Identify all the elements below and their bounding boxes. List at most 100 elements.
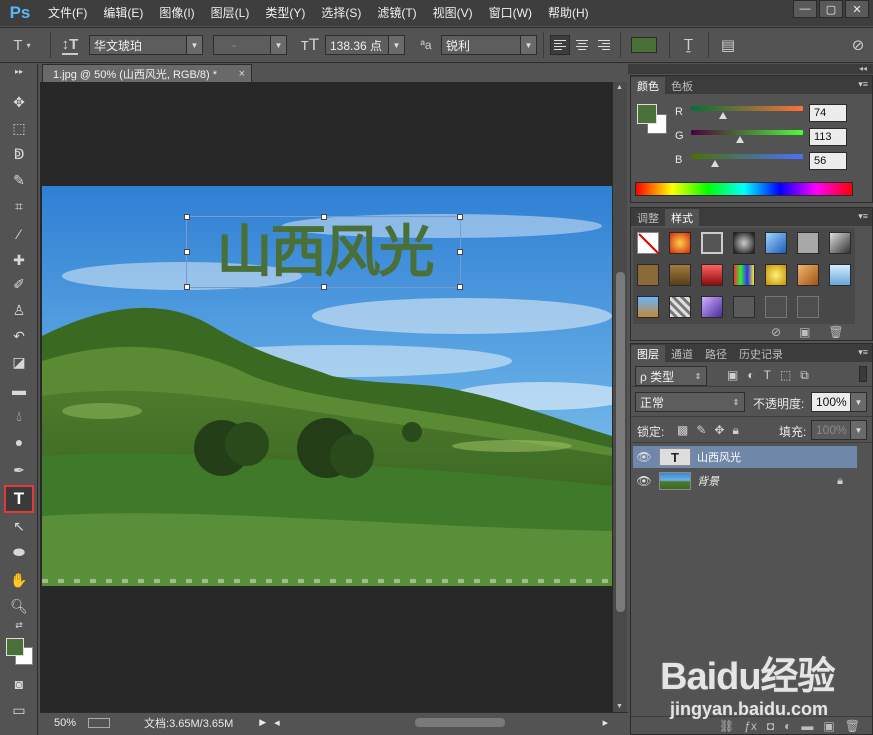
eyedropper-tool-icon[interactable]: ⁄	[5, 222, 33, 246]
tab-layers[interactable]: 图层	[631, 345, 665, 362]
swap-colors-icon[interactable]: ⇄	[5, 618, 33, 632]
lasso-tool-icon[interactable]: ↁ	[5, 142, 33, 166]
type-tool-preset-icon[interactable]: T ▾	[0, 32, 44, 58]
menu-window[interactable]: 窗口(W)	[481, 0, 540, 26]
red-slider-thumb[interactable]	[719, 112, 727, 119]
menu-view[interactable]: 视图(V)	[425, 0, 481, 26]
foreground-color-swatch[interactable]	[637, 104, 657, 124]
fill-input[interactable]: 100% ▼	[811, 420, 867, 440]
red-value-input[interactable]: 74	[809, 104, 847, 122]
style-swatch[interactable]	[733, 264, 755, 286]
scroll-left-icon[interactable]: ◀	[274, 719, 279, 727]
menu-help[interactable]: 帮助(H)	[540, 0, 597, 26]
scroll-right-icon[interactable]: ▶	[603, 719, 608, 727]
green-slider-thumb[interactable]	[736, 136, 744, 143]
tab-paths[interactable]: 路径	[699, 345, 733, 362]
green-slider[interactable]	[691, 130, 803, 135]
blue-value-input[interactable]: 56	[809, 152, 847, 170]
document-tab[interactable]: 1.jpg @ 50% (山西风光, RGB/8) * ×	[42, 64, 252, 82]
style-swatch[interactable]	[637, 296, 659, 318]
layer-name[interactable]: 山西风光	[697, 449, 741, 465]
layer-name[interactable]: 背景	[697, 473, 719, 489]
status-icon[interactable]	[88, 717, 111, 728]
character-panel-icon[interactable]: ▤	[715, 32, 741, 58]
style-swatch[interactable]	[765, 232, 787, 254]
trash-icon[interactable]: 🗑︎	[828, 325, 843, 339]
pen-tool-icon[interactable]: ✒	[5, 458, 33, 482]
text-orientation-icon[interactable]: ↕T	[57, 32, 83, 58]
tab-adjustments[interactable]: 调整	[631, 209, 665, 226]
opacity-input[interactable]: 100% ▼	[811, 392, 867, 412]
tab-styles[interactable]: 样式	[665, 209, 699, 226]
path-selection-tool-icon[interactable]: ↖	[5, 514, 33, 538]
visibility-eye-icon[interactable]: 👁︎	[633, 474, 655, 488]
style-swatch[interactable]	[669, 264, 691, 286]
style-swatch[interactable]	[637, 264, 659, 286]
text-bounding-box[interactable]: 山西风光	[184, 214, 463, 290]
style-swatch[interactable]	[797, 232, 819, 254]
style-swatch[interactable]	[733, 232, 755, 254]
red-slider[interactable]	[691, 106, 803, 111]
dodge-tool-icon[interactable]: ●	[5, 430, 33, 454]
filter-type-icon[interactable]: T	[764, 368, 771, 383]
ellipse-tool-icon[interactable]: ⬬	[5, 540, 33, 564]
quick-selection-tool-icon[interactable]: ✎	[5, 168, 33, 192]
panel-menu-icon[interactable]: ▾≡	[858, 79, 868, 90]
new-style-icon[interactable]: ▣	[799, 325, 810, 339]
tab-channels[interactable]: 通道	[665, 345, 699, 362]
style-swatch[interactable]	[701, 264, 723, 286]
clone-stamp-tool-icon[interactable]: ♙	[5, 298, 33, 322]
menu-edit[interactable]: 编辑(E)	[95, 0, 151, 26]
layer-row-background[interactable]: 👁︎ 背景 🔒︎	[633, 470, 857, 492]
lock-pixels-icon[interactable]: ✎	[696, 423, 706, 438]
menu-image[interactable]: 图像(I)	[151, 0, 202, 26]
close-button[interactable]: ✕	[845, 0, 869, 18]
lock-position-icon[interactable]: ✥	[714, 423, 724, 438]
zoom-level[interactable]: 50%	[54, 717, 76, 729]
font-size-select[interactable]: 138.36 点 ▼	[325, 35, 405, 55]
blue-slider-thumb[interactable]	[711, 160, 719, 167]
align-left-button[interactable]	[550, 35, 570, 55]
menu-layer[interactable]: 图层(L)	[203, 0, 258, 26]
history-brush-tool-icon[interactable]: ↶	[5, 324, 33, 348]
warp-text-icon[interactable]: Ꭲ̰	[676, 32, 702, 58]
text-color-swatch[interactable]	[631, 37, 657, 53]
zoom-tool-icon[interactable]: 🔍︎	[5, 594, 33, 618]
font-style-select[interactable]: - ▼	[213, 35, 287, 55]
style-swatch[interactable]	[829, 264, 851, 286]
style-swatch[interactable]	[669, 296, 691, 318]
filter-smart-object-icon[interactable]: ⧉	[800, 368, 809, 383]
landscape-photo[interactable]: 山西风光	[42, 186, 612, 586]
marquee-tool-icon[interactable]: ⬚	[5, 116, 33, 140]
blur-tool-icon[interactable]: 💧︎	[5, 404, 33, 428]
style-swatch[interactable]	[829, 232, 851, 254]
screen-mode-icon[interactable]: ▭	[5, 698, 33, 722]
brush-tool-icon[interactable]: ✐	[5, 272, 33, 296]
style-swatch[interactable]	[701, 296, 723, 318]
collapse-icon[interactable]: ▸▸	[5, 66, 33, 76]
style-swatch[interactable]	[669, 232, 691, 254]
style-none-swatch[interactable]	[637, 232, 660, 255]
green-value-input[interactable]: 113	[809, 128, 847, 146]
tab-swatches[interactable]: 色板	[665, 77, 699, 94]
lock-all-icon[interactable]: 🔒︎	[732, 423, 738, 438]
blue-slider[interactable]	[691, 154, 803, 159]
font-family-select[interactable]: 华文琥珀 ▼	[89, 35, 203, 55]
status-menu-arrow-icon[interactable]: ▶	[259, 717, 266, 728]
lock-transparency-icon[interactable]: ▩	[677, 423, 688, 438]
filter-adjustment-icon[interactable]: ◐	[747, 368, 754, 383]
tab-history[interactable]: 历史记录	[733, 345, 789, 362]
style-swatch[interactable]	[797, 264, 819, 286]
gradient-tool-icon[interactable]: ▬	[5, 378, 33, 402]
panel-menu-icon[interactable]: ▾≡	[858, 211, 868, 222]
align-center-button[interactable]	[572, 35, 592, 55]
clear-style-icon[interactable]: ⊘	[771, 325, 781, 339]
menu-select[interactable]: 选择(S)	[313, 0, 369, 26]
filter-pixel-icon[interactable]: ▣	[727, 368, 738, 383]
style-swatch[interactable]	[733, 296, 755, 318]
healing-brush-tool-icon[interactable]: ✚	[5, 248, 33, 272]
layer-filter-select[interactable]: ρ 类型 ⇕	[635, 366, 707, 386]
restore-button[interactable]: ▢	[819, 0, 843, 18]
move-tool-icon[interactable]: ✥	[5, 90, 33, 114]
vertical-scrollbar[interactable]: ▲ ▼	[612, 82, 627, 712]
